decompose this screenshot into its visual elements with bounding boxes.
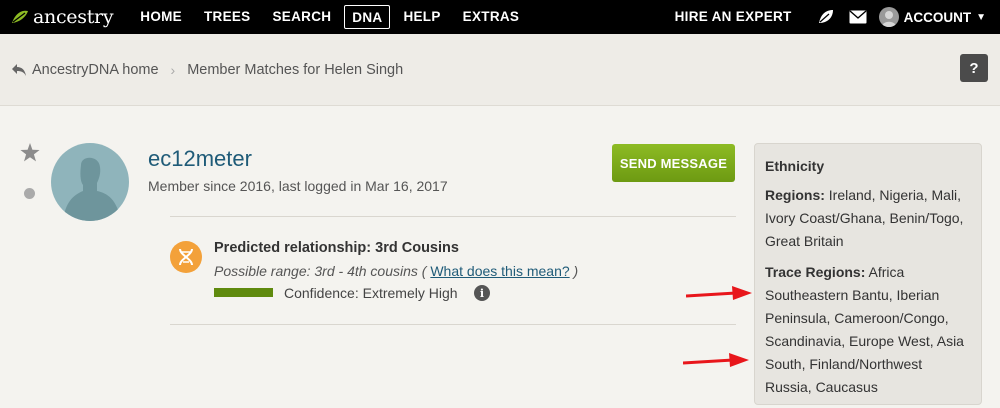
account-avatar-icon	[878, 7, 899, 27]
regions-label: Regions:	[765, 187, 825, 203]
ethnicity-title: Ethnicity	[765, 158, 825, 174]
help-button[interactable]: ?	[960, 54, 988, 82]
breadcrumb-separator-icon: ›	[170, 61, 176, 78]
range-suffix: )	[573, 263, 579, 279]
star-icon[interactable]	[20, 143, 40, 162]
annotation-arrow	[686, 286, 752, 300]
nav-extras[interactable]: EXTRAS	[454, 5, 529, 29]
account-menu[interactable]: ACCOUNT ▼	[878, 7, 986, 27]
range-text: Possible range: 3rd - 4th cousins (	[214, 263, 427, 279]
nav-dna[interactable]: DNA	[344, 5, 391, 29]
account-label: ACCOUNT	[903, 9, 972, 25]
confidence-text: Confidence: Extremely High	[284, 285, 458, 301]
nav-right: HIRE AN EXPERT ACCOUNT ▼	[666, 0, 1000, 34]
breadcrumb-home: AncestryDNA home	[32, 61, 159, 78]
hire-expert-link[interactable]: HIRE AN EXPERT	[666, 5, 801, 29]
logo-text: ancestry	[33, 6, 114, 28]
trace-regions-block: Trace Regions: Africa Southeastern Bantu…	[765, 261, 971, 399]
info-icon[interactable]: i	[474, 285, 490, 301]
breadcrumb-back-link[interactable]: AncestryDNA home	[11, 62, 159, 78]
breadcrumb-bar: AncestryDNA home › Member Matches for He…	[0, 34, 1000, 106]
what-does-this-mean-link[interactable]: What does this mean?	[430, 263, 569, 279]
annotation-arrow	[683, 353, 749, 367]
ethnicity-panel: Ethnicity Regions: Ireland, Nigeria, Mal…	[754, 143, 982, 405]
divider	[170, 324, 736, 325]
dna-icon	[170, 241, 202, 273]
send-message-button[interactable]: SEND MESSAGE	[612, 144, 735, 182]
member-since: Member since 2016, last logged in Mar 16…	[148, 178, 448, 194]
divider	[170, 216, 736, 217]
nav-help[interactable]: HELP	[394, 5, 449, 29]
nav-search[interactable]: SEARCH	[263, 5, 340, 29]
top-nav: ancestry HOME TREES SEARCH DNA HELP EXTR…	[0, 0, 1000, 34]
mail-icon[interactable]	[847, 6, 869, 28]
breadcrumb-current: Member Matches for Helen Singh	[187, 61, 404, 78]
back-arrow-icon	[12, 63, 26, 76]
ancestry-leaf-icon	[12, 10, 28, 23]
predicted-relationship: Predicted relationship: 3rd Cousins	[214, 240, 459, 256]
dot-icon[interactable]	[24, 188, 35, 199]
avatar	[51, 143, 129, 221]
regions-block: Regions: Ireland, Nigeria, Mali, Ivory C…	[765, 184, 971, 253]
ancestry-logo[interactable]: ancestry	[10, 6, 114, 28]
trace-regions-list: Africa Southeastern Bantu, Iberian Penin…	[765, 264, 964, 395]
possible-range: Possible range: 3rd - 4th cousins ( What…	[214, 263, 578, 279]
nav-home[interactable]: HOME	[131, 5, 191, 29]
confidence-bar	[214, 288, 273, 297]
trace-regions-label: Trace Regions:	[765, 264, 866, 280]
username[interactable]: ec12meter	[148, 146, 252, 172]
leaf-icon[interactable]	[815, 6, 837, 28]
nav-trees[interactable]: TREES	[195, 5, 260, 29]
chevron-down-icon: ▼	[976, 11, 986, 23]
